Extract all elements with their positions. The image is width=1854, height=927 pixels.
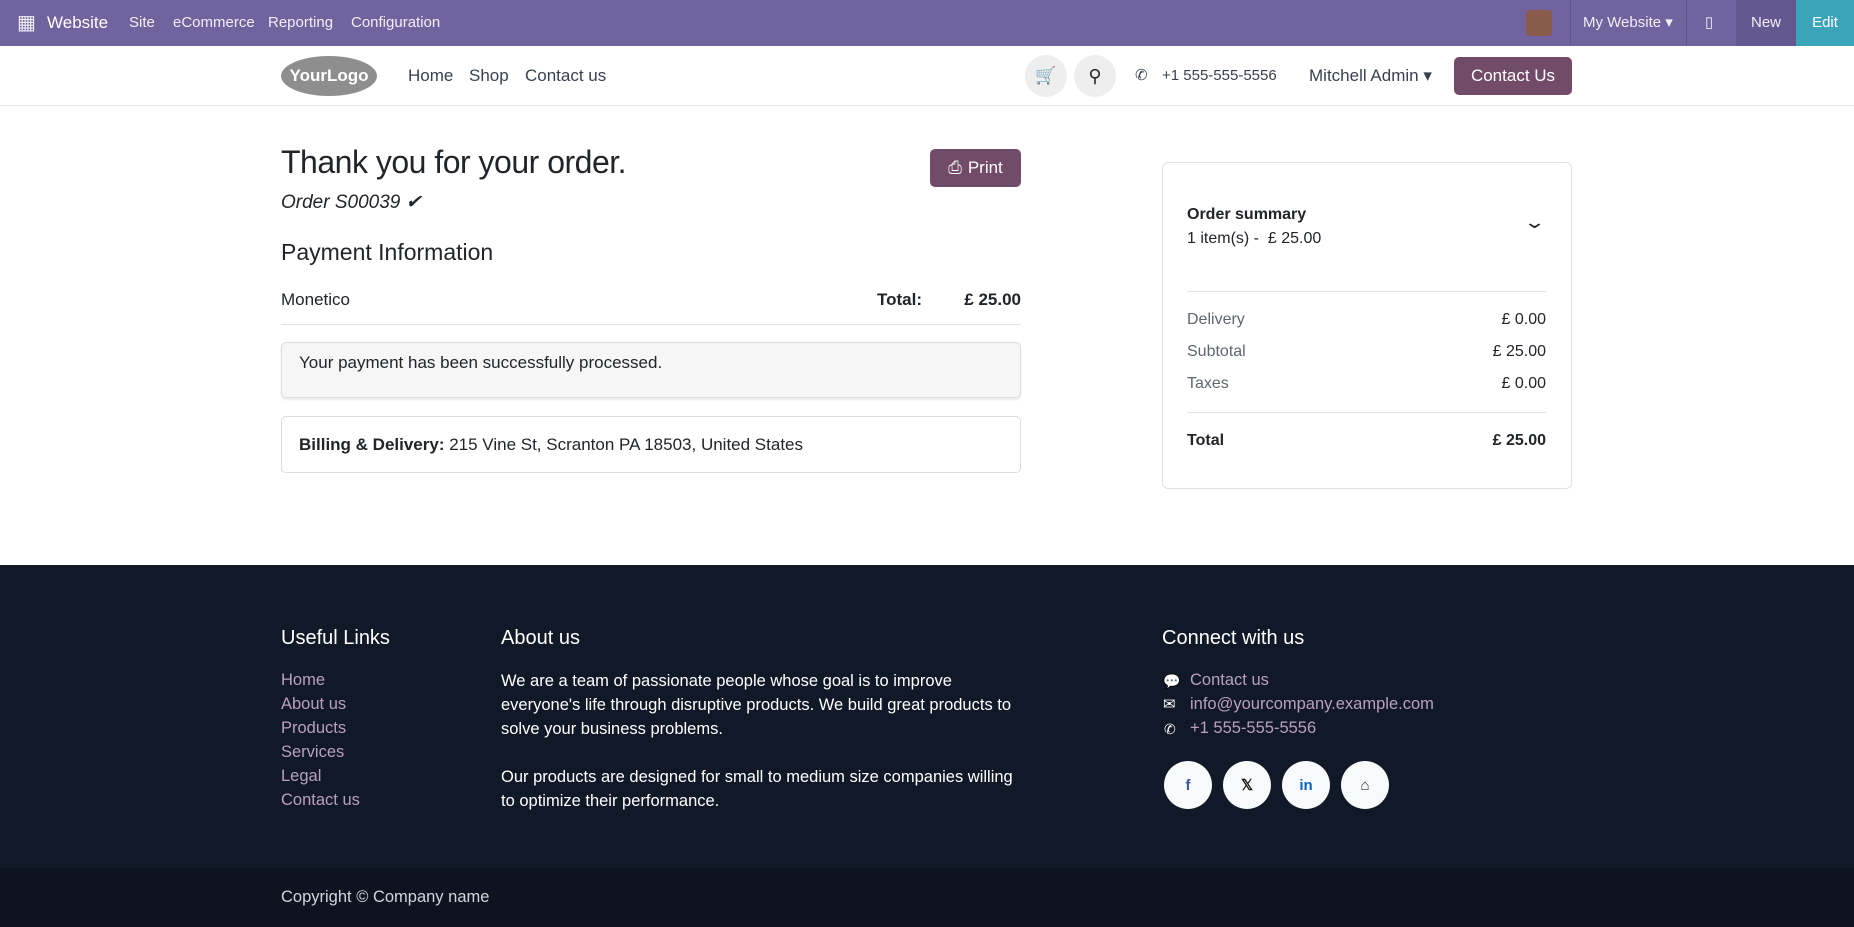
summary-total: Total £ 25.00 xyxy=(1187,432,1546,450)
payment-alert: Your payment has been successfully proce… xyxy=(281,342,1021,398)
check-circle-icon: ✔ xyxy=(405,192,422,213)
nav-home[interactable]: Home xyxy=(408,46,453,106)
summary-row-subtotal: Subtotal £ 25.00 xyxy=(1187,343,1546,361)
payment-heading: Payment Information xyxy=(281,239,494,265)
app-name[interactable]: Website xyxy=(47,0,108,46)
connect-phone-link[interactable]: +1 555-555-5556 xyxy=(1190,719,1316,738)
row-value: £ 25.00 xyxy=(1492,343,1546,360)
menu-configuration[interactable]: Configuration xyxy=(351,0,440,46)
chevron-down-icon[interactable]: ⌄ xyxy=(1523,212,1546,233)
copyright-bar: Copyright © Company name xyxy=(0,868,1854,927)
website-header: YourLogo Home Shop Contact us 🛒 ⚲ ✆ +1 5… xyxy=(0,46,1854,106)
nav-contact[interactable]: Contact us xyxy=(525,46,606,106)
alert-text: Your payment has been successfully proce… xyxy=(299,353,663,372)
mobile-preview-icon[interactable]: ▯ xyxy=(1705,0,1713,46)
page-title: Thank you for your order. xyxy=(281,144,627,180)
new-button[interactable]: New xyxy=(1736,0,1796,46)
phone-icon: ✆ xyxy=(1164,721,1176,737)
summary-items: 1 item(s) - £ 25.00 xyxy=(1187,230,1322,247)
print-label: Print xyxy=(967,158,1003,177)
edit-button[interactable]: Edit xyxy=(1796,0,1854,46)
footer-link-products[interactable]: Products xyxy=(281,719,346,738)
x-twitter-icon[interactable]: 𝕏 xyxy=(1223,761,1271,809)
apps-grid-icon[interactable]: ▦ xyxy=(17,0,36,46)
header-phone[interactable]: +1 555-555-5556 xyxy=(1162,46,1277,106)
divider xyxy=(1187,412,1546,413)
summary-row-taxes: Taxes £ 0.00 xyxy=(1187,375,1546,393)
user-avatar[interactable] xyxy=(1526,10,1552,36)
about-text-1: We are a team of passionate people whose… xyxy=(501,672,1012,738)
copyright-text: Copyright © Company name xyxy=(281,888,490,906)
total-label: Total: xyxy=(877,290,923,309)
footer: Useful Links Home About us Products Serv… xyxy=(0,565,1854,868)
order-number: Order S00039 ✔ xyxy=(281,191,422,214)
print-button[interactable]: ⎙ Print xyxy=(930,149,1021,187)
user-menu[interactable]: Mitchell Admin ▾ xyxy=(1309,46,1432,106)
phone-icon: ✆ xyxy=(1135,67,1148,84)
connect-heading: Connect with us xyxy=(1162,627,1305,649)
divider xyxy=(1570,0,1571,46)
footer-link-services[interactable]: Services xyxy=(281,743,344,762)
user-name: Mitchell Admin xyxy=(1309,66,1419,85)
about-heading: About us xyxy=(501,627,580,649)
linkedin-icon[interactable]: in xyxy=(1282,761,1330,809)
footer-link-legal[interactable]: Legal xyxy=(281,767,321,786)
row-label: Subtotal xyxy=(1187,343,1246,360)
nav-shop[interactable]: Shop xyxy=(469,46,509,106)
total-value: £ 25.00 xyxy=(1492,432,1546,449)
footer-link-home[interactable]: Home xyxy=(281,671,325,690)
divider xyxy=(1686,0,1687,46)
facebook-icon[interactable]: f xyxy=(1164,761,1212,809)
envelope-icon: ✉ xyxy=(1163,696,1176,713)
billing-box: Billing & Delivery: 215 Vine St, Scranto… xyxy=(281,416,1021,473)
website-selector[interactable]: My Website ▾ xyxy=(1583,0,1673,46)
billing-address: 215 Vine St, Scranton PA 18503, United S… xyxy=(449,435,803,454)
website-selector-label: My Website xyxy=(1583,14,1662,31)
top-navbar: ▦ Website Site eCommerce Reporting Confi… xyxy=(0,0,1854,46)
divider xyxy=(1187,291,1546,292)
logo[interactable]: YourLogo xyxy=(281,56,377,96)
divider xyxy=(281,324,1021,325)
billing-label: Billing & Delivery: xyxy=(299,435,445,454)
payment-provider: Monetico xyxy=(281,290,350,309)
connect-contact-link[interactable]: Contact us xyxy=(1190,671,1269,690)
summary-row-delivery: Delivery £ 0.00 xyxy=(1187,311,1546,329)
summary-title[interactable]: Order summary xyxy=(1187,206,1306,224)
row-label: Delivery xyxy=(1187,311,1245,328)
menu-ecommerce[interactable]: eCommerce xyxy=(173,0,255,46)
row-value: £ 0.00 xyxy=(1501,375,1546,392)
chat-icon: 💬 xyxy=(1163,673,1181,689)
useful-links-heading: Useful Links xyxy=(281,627,390,649)
about-text-2: Our products are designed for small to m… xyxy=(501,768,1013,810)
footer-link-about[interactable]: About us xyxy=(281,695,346,714)
row-label: Taxes xyxy=(1187,375,1229,392)
home-icon[interactable]: ⌂ xyxy=(1341,761,1389,809)
cart-icon[interactable]: 🛒 xyxy=(1025,55,1067,97)
total-label: Total xyxy=(1187,432,1225,449)
connect-email-link[interactable]: info@yourcompany.example.com xyxy=(1190,695,1434,714)
menu-reporting[interactable]: Reporting xyxy=(268,0,333,46)
row-value: £ 0.00 xyxy=(1501,311,1546,328)
total-value: £ 25.00 xyxy=(964,290,1021,309)
footer-link-contact[interactable]: Contact us xyxy=(281,791,360,810)
contact-us-button[interactable]: Contact Us xyxy=(1454,57,1572,95)
print-icon: ⎙ xyxy=(948,158,962,177)
order-label: Order S00039 xyxy=(281,192,401,213)
search-icon[interactable]: ⚲ xyxy=(1074,55,1116,97)
menu-site[interactable]: Site xyxy=(129,0,155,46)
